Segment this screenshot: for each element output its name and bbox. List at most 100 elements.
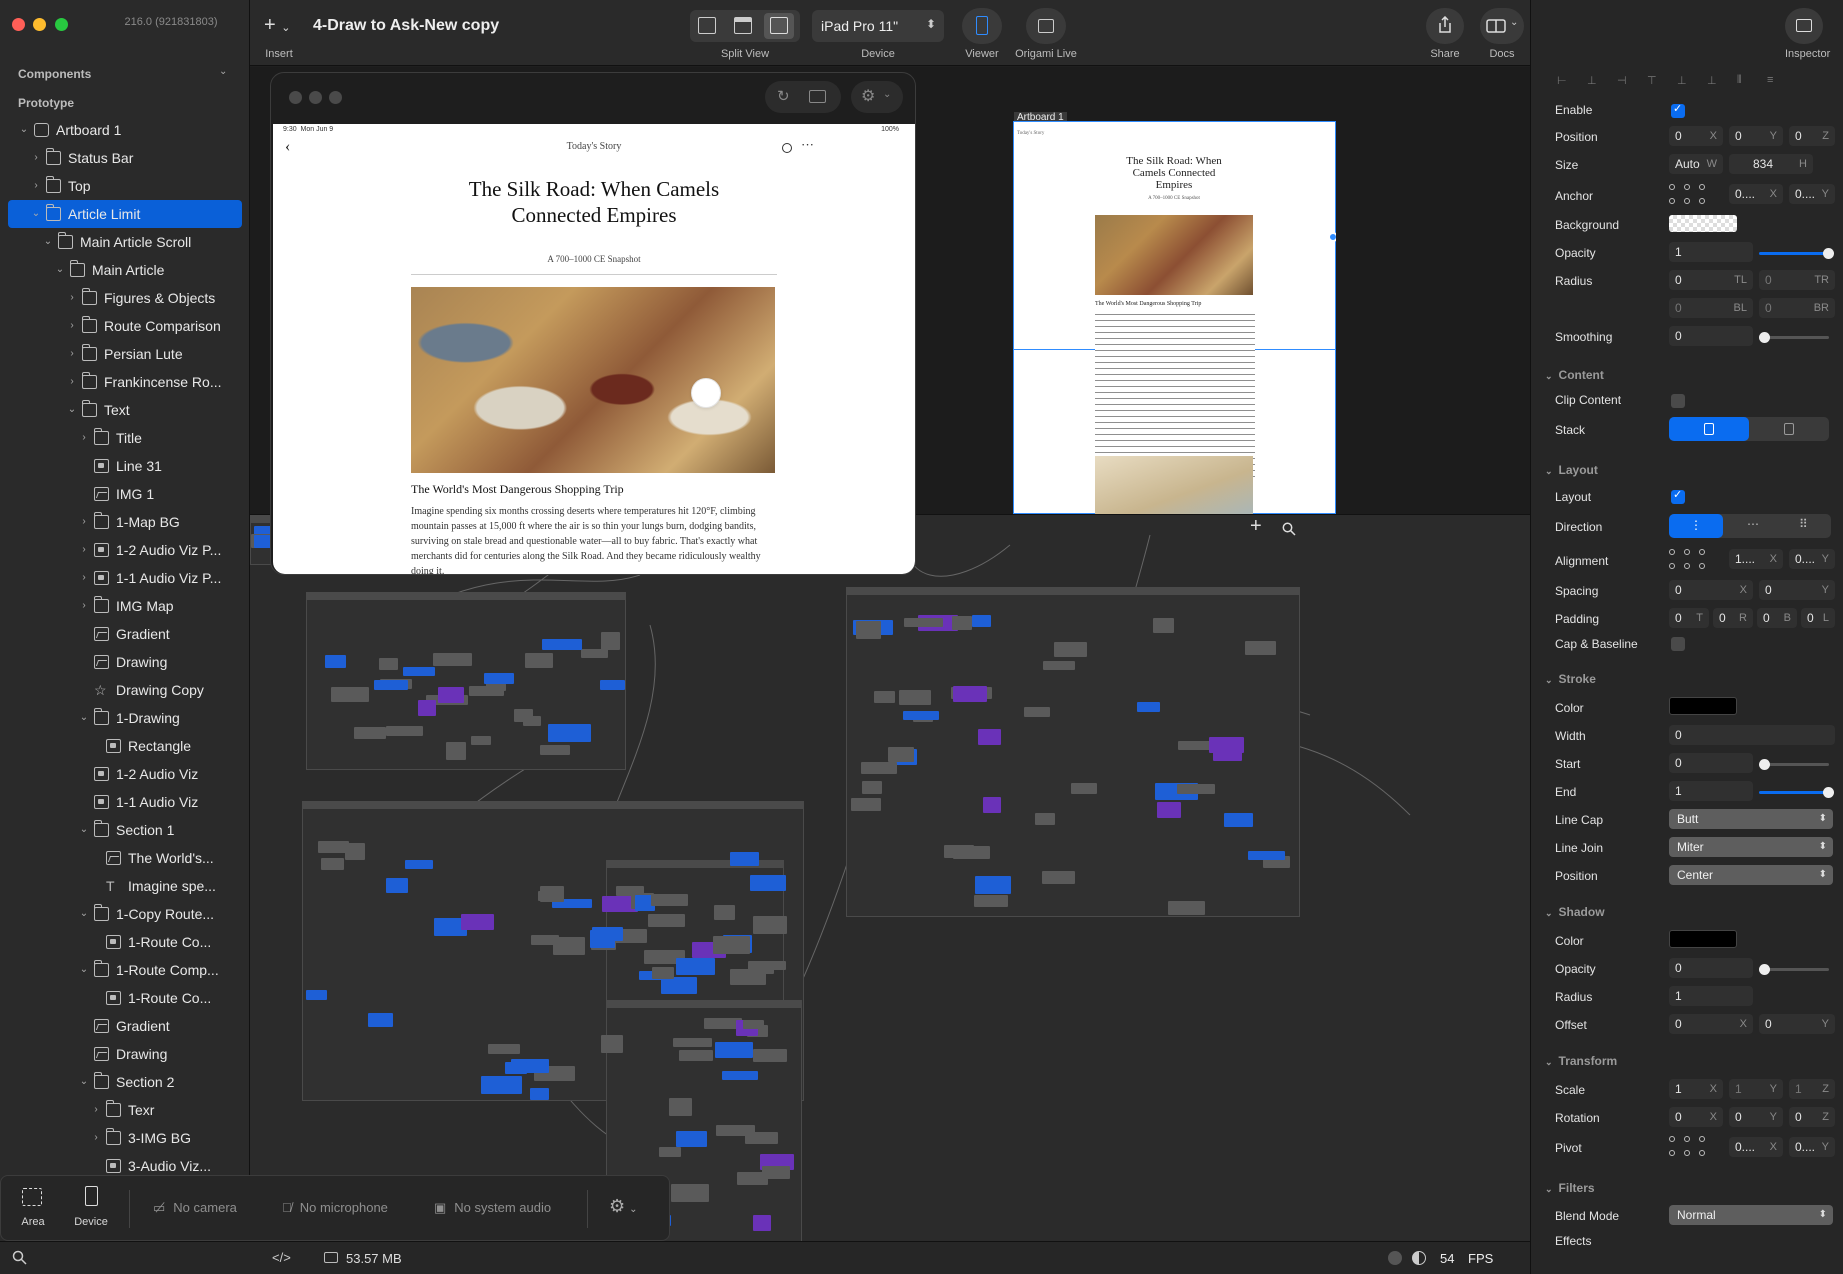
chevron-down-icon[interactable]: ⌄	[54, 256, 66, 284]
chevron-right-icon[interactable]: ›	[90, 1096, 102, 1124]
radius-tl-field[interactable]: 0 TL	[1669, 270, 1753, 290]
minimize-window-button[interactable]	[33, 18, 46, 31]
radius-bl-field[interactable]: 0 BL	[1669, 298, 1753, 318]
chevron-down-icon[interactable]: ⌄	[78, 816, 90, 844]
direction-horizontal-icon[interactable]: ⋯	[1747, 517, 1759, 531]
radius-tr-field[interactable]: 0 TR	[1759, 270, 1835, 290]
layer-row[interactable]: › 1-1 Audio Viz P...	[0, 564, 249, 592]
components-section[interactable]: Components	[18, 67, 91, 81]
patch-node[interactable]	[374, 680, 408, 690]
patch-node[interactable]	[318, 841, 349, 853]
layer-row[interactable]: ⌄ Section 2	[0, 1068, 249, 1096]
canvas-view-icon[interactable]	[698, 17, 716, 34]
filters-section-header[interactable]: ⌄ Filters	[1545, 1181, 1595, 1195]
viewer-close-button[interactable]	[289, 91, 302, 104]
layer-row[interactable]: › Texr	[0, 1096, 249, 1124]
patch-node[interactable]	[743, 1020, 764, 1029]
layer-row[interactable]: ⌄ 1-Copy Route...	[0, 900, 249, 928]
code-icon[interactable]: </>	[272, 1250, 291, 1265]
patch-editor[interactable]: +	[250, 514, 1530, 1241]
patch-node[interactable]	[1245, 641, 1276, 655]
device-select[interactable]: iPad Pro 11" ⬍	[812, 10, 944, 42]
more-options-icon[interactable]: ···	[801, 137, 814, 153]
chevron-down-icon[interactable]: ⌄	[78, 900, 90, 928]
chevron-right-icon[interactable]: ›	[66, 368, 78, 396]
patch-node[interactable]	[714, 905, 735, 920]
patch-node[interactable]	[321, 858, 344, 870]
shadow-color-well[interactable]	[1669, 930, 1737, 948]
patch-node[interactable]	[542, 639, 582, 650]
chevron-right-icon[interactable]: ›	[78, 508, 90, 536]
stroke-width-field[interactable]: 0	[1669, 725, 1835, 745]
patch-node[interactable]	[530, 1088, 549, 1100]
inspector-toggle-button[interactable]	[1785, 8, 1823, 44]
viewer-minimize-button[interactable]	[309, 91, 322, 104]
patch-node[interactable]	[592, 927, 623, 941]
chevron-down-icon[interactable]: ⌄	[30, 200, 42, 228]
patch-node[interactable]	[1153, 618, 1174, 633]
patch-node[interactable]	[1054, 642, 1087, 657]
viewer-zoom-button[interactable]	[329, 91, 342, 104]
size-height-field[interactable]: 834 H	[1729, 154, 1813, 174]
pivot-y-field[interactable]: 0.... Y	[1789, 1137, 1835, 1157]
patch-node[interactable]	[1043, 661, 1075, 670]
patch-node[interactable]	[972, 615, 991, 627]
patch-node[interactable]	[1042, 871, 1075, 884]
transform-section-header[interactable]: ⌄ Transform	[1545, 1054, 1617, 1068]
chevron-down-icon[interactable]: ⌄	[78, 956, 90, 984]
content-section-header[interactable]: ⌄ Content	[1545, 368, 1604, 382]
align-center-icon[interactable]: ⊥	[1587, 74, 1597, 87]
patch-node[interactable]	[753, 1215, 771, 1231]
patch-node[interactable]	[481, 1076, 522, 1094]
listen-icon[interactable]	[782, 143, 792, 153]
patch-node[interactable]	[1157, 802, 1181, 818]
stack-back-icon[interactable]	[1784, 423, 1794, 435]
patch-node[interactable]	[1024, 707, 1050, 717]
shadow-opacity-slider[interactable]	[1759, 964, 1829, 975]
chevron-right-icon[interactable]: ›	[90, 1124, 102, 1152]
patch-node[interactable]	[851, 798, 881, 811]
patch-node[interactable]	[600, 680, 625, 690]
padding-left-field[interactable]: 0L	[1801, 608, 1835, 628]
patch-node[interactable]	[581, 649, 608, 658]
stroke-end-slider[interactable]	[1759, 787, 1834, 798]
chevron-right-icon[interactable]: ›	[78, 564, 90, 592]
layer-row[interactable]: Drawing	[0, 1040, 249, 1068]
padding-right-field[interactable]: 0R	[1713, 608, 1753, 628]
layer-row[interactable]: › Route Comparison	[0, 312, 249, 340]
patch-node[interactable]	[469, 686, 504, 696]
reload-icon[interactable]: ↻	[777, 87, 790, 105]
patch-node[interactable]	[1071, 783, 1097, 794]
patch-node[interactable]	[505, 1062, 527, 1074]
stroke-position-popup[interactable]: Center	[1669, 865, 1833, 885]
rotation-y-field[interactable]: 0Y	[1729, 1107, 1783, 1127]
area-button[interactable]: Area	[9, 1182, 57, 1234]
padding-bottom-field[interactable]: 0B	[1757, 608, 1797, 628]
position-y-field[interactable]: 0Y	[1729, 126, 1783, 146]
patch-node[interactable]	[471, 736, 491, 745]
camera-toggle[interactable]: ▭̸ No camera	[153, 1200, 237, 1216]
scale-x-field[interactable]: 1X	[1669, 1079, 1723, 1099]
align-middle-icon[interactable]: ⊥	[1677, 74, 1687, 87]
layer-row[interactable]: › Figures & Objects	[0, 284, 249, 312]
layer-row[interactable]: › Title	[0, 424, 249, 452]
stack-segmented-control[interactable]	[1669, 417, 1829, 441]
chevron-down-icon[interactable]: ⌄	[66, 396, 78, 424]
patch-node[interactable]	[354, 727, 386, 739]
patch-node[interactable]	[306, 990, 327, 1000]
grid-toggle-icon[interactable]	[1388, 1251, 1402, 1265]
chevron-down-icon[interactable]: ⌄	[78, 704, 90, 732]
distribute-h-icon[interactable]: ⫴	[1737, 74, 1742, 87]
patch-node[interactable]	[1178, 741, 1210, 750]
layer-row[interactable]: 1-2 Audio Viz	[0, 760, 249, 788]
split-horizontal-icon[interactable]	[734, 17, 752, 34]
patch-node[interactable]	[548, 724, 591, 742]
patch-node[interactable]	[1224, 813, 1253, 827]
blend-mode-popup[interactable]: Normal	[1669, 1205, 1833, 1225]
patch-node[interactable]	[652, 967, 674, 979]
patch-node[interactable]	[904, 618, 943, 627]
direction-segmented-control[interactable]: ⋮ ⋯ ⠿	[1669, 514, 1831, 538]
scroll-indicator[interactable]	[691, 378, 721, 408]
patch-node[interactable]	[713, 936, 750, 954]
patch-node[interactable]	[722, 1071, 758, 1080]
